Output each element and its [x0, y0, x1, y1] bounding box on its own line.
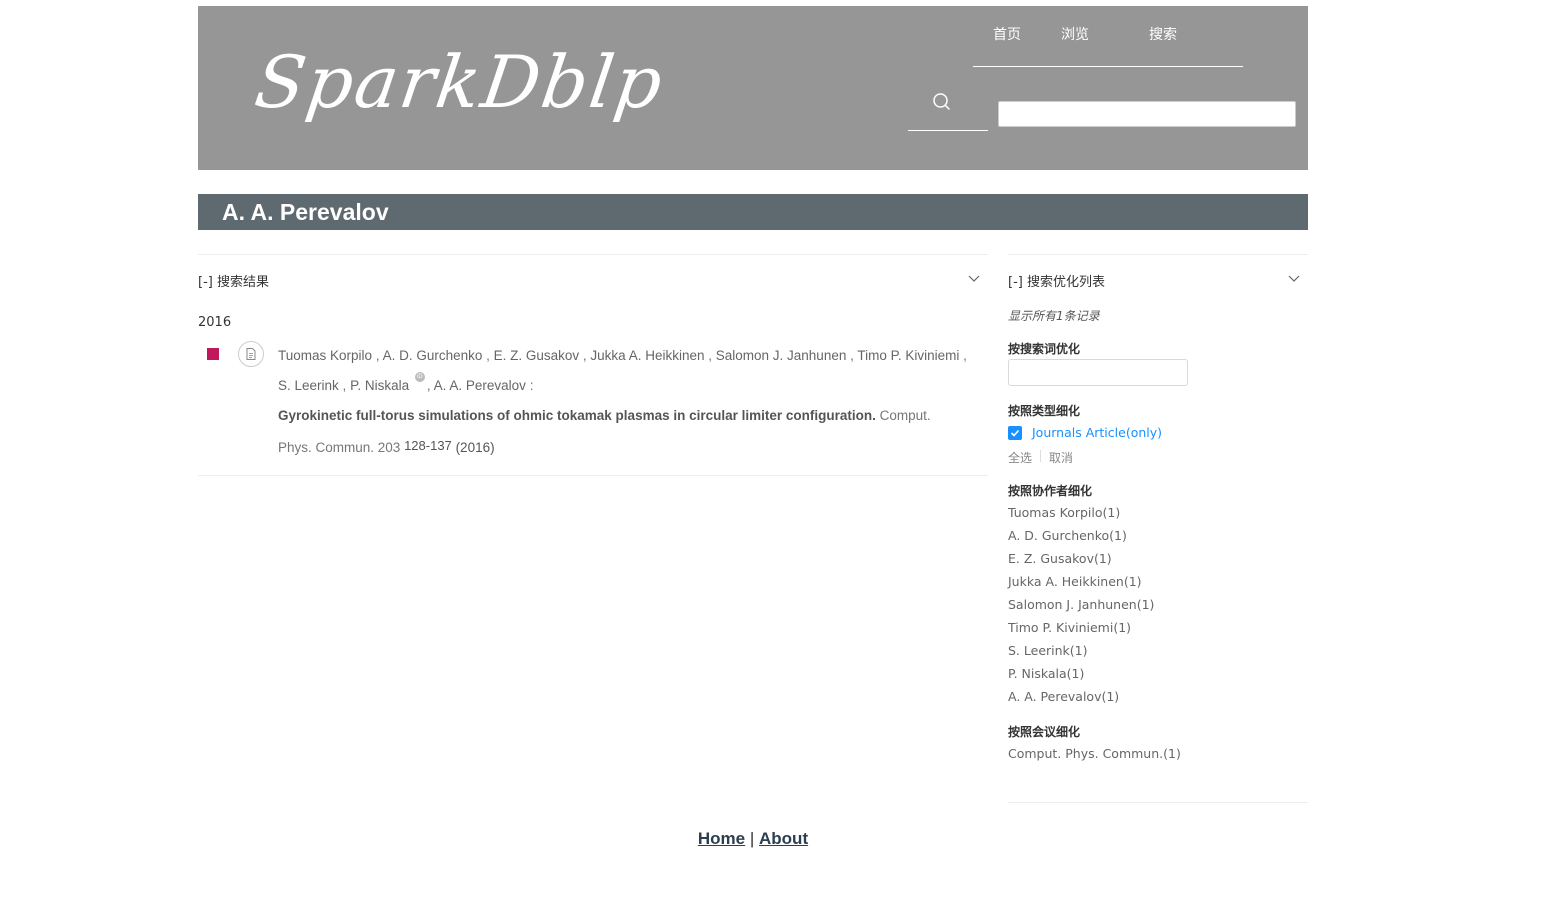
coauthor-item[interactable]: A. A. Perevalov(1) [1008, 689, 1119, 704]
footer-separator: | [749, 829, 755, 848]
refine-panel-title[interactable]: [-] 搜索优化列表 [1008, 271, 1105, 290]
main-nav: 首页 浏览 搜索 [973, 6, 1243, 67]
person-name: A. A. Perevalov [222, 199, 389, 225]
venue-item[interactable]: Comput. Phys. Commun.(1) [1008, 746, 1181, 761]
coauthor-item[interactable]: Jukka A. Heikkinen(1) [1008, 574, 1142, 589]
chevron-down-icon[interactable] [1288, 275, 1300, 283]
search-icon [933, 93, 950, 110]
year-heading: 2016 [198, 315, 232, 330]
document-icon [246, 348, 256, 360]
nav-search[interactable]: 搜索 [1149, 26, 1177, 44]
author-link[interactable]: E. Z. Gusakov [494, 348, 580, 363]
document-icon-button[interactable] [238, 341, 264, 367]
site-logo[interactable]: SparkDblp [250, 40, 669, 124]
site-header: SparkDblp 首页 浏览 搜索 [198, 6, 1308, 170]
coauthor-item[interactable]: E. Z. Gusakov(1) [1008, 551, 1112, 566]
nav-browse[interactable]: 浏览 [1061, 26, 1089, 44]
coauthor-item[interactable]: Tuomas Korpilo(1) [1008, 505, 1120, 520]
divider [1040, 450, 1041, 462]
author-link[interactable]: Tuomas Korpilo [278, 348, 372, 363]
search-results-panel: [-] 搜索结果 2016 Tuomas Korpilo , A. D. Gur… [198, 254, 988, 476]
select-all-link[interactable]: 全选 [1008, 449, 1032, 466]
person-name-bar: A. A. Perevalov [198, 194, 1308, 230]
publication-pages: 128-137 [404, 438, 452, 453]
refine-venue-label: 按照会议细化 [1008, 725, 1081, 739]
type-option-label[interactable]: Journals Article(only) [1032, 425, 1162, 440]
refine-coauthor-label: 按照协作者细化 [1008, 484, 1093, 498]
author-link[interactable]: P. Niskala [350, 378, 409, 393]
author-link[interactable]: Jukka A. Heikkinen [590, 348, 704, 363]
author-link[interactable]: Salomon J. Janhunen [716, 348, 847, 363]
publication-year: (2016) [455, 440, 495, 455]
refine-panel: [-] 搜索优化列表 显示所有1条记录 按搜索词优化 按照类型细化 Journa… [1008, 254, 1308, 803]
footer-home-link[interactable]: Home [698, 829, 745, 848]
check-icon [1010, 429, 1020, 437]
coauthor-item[interactable]: P. Niskala(1) [1008, 666, 1084, 681]
coauthor-item[interactable]: S. Leerink(1) [1008, 643, 1088, 658]
results-panel-title[interactable]: [-] 搜索结果 [198, 271, 269, 290]
search-icon-button[interactable] [908, 90, 988, 131]
record-count: 显示所有1条记录 [1008, 309, 1100, 323]
footer-about-link[interactable]: About [759, 829, 808, 848]
search-input[interactable] [998, 101, 1296, 127]
author-link[interactable]: S. Leerink [278, 378, 339, 393]
footer: Home | About [0, 829, 1506, 849]
author-current: A. A. Perevalov [433, 378, 526, 393]
author-link[interactable]: A. D. Gurchenko [383, 348, 483, 363]
author-link[interactable]: Timo P. Kiviniemi [857, 348, 959, 363]
orcid-icon[interactable]: iD [414, 372, 425, 382]
journal-type-marker [207, 348, 219, 360]
coauthor-item[interactable]: A. D. Gurchenko(1) [1008, 528, 1127, 543]
refine-type-label: 按照类型细化 [1008, 404, 1081, 418]
chevron-down-icon[interactable] [968, 275, 980, 283]
refine-keyword-input[interactable] [1008, 359, 1188, 386]
nav-home[interactable]: 首页 [993, 26, 1021, 44]
publication-entry: Tuomas Korpilo , A. D. Gurchenko , E. Z.… [278, 348, 967, 455]
coauthor-item[interactable]: Salomon J. Janhunen(1) [1008, 597, 1154, 612]
cancel-link[interactable]: 取消 [1049, 449, 1073, 466]
refine-keyword-label: 按搜索词优化 [1008, 342, 1081, 356]
coauthor-item[interactable]: Timo P. Kiviniemi(1) [1008, 620, 1131, 635]
type-checkbox[interactable] [1008, 426, 1022, 440]
publication-title: Gyrokinetic full-torus simulations of oh… [278, 408, 876, 423]
